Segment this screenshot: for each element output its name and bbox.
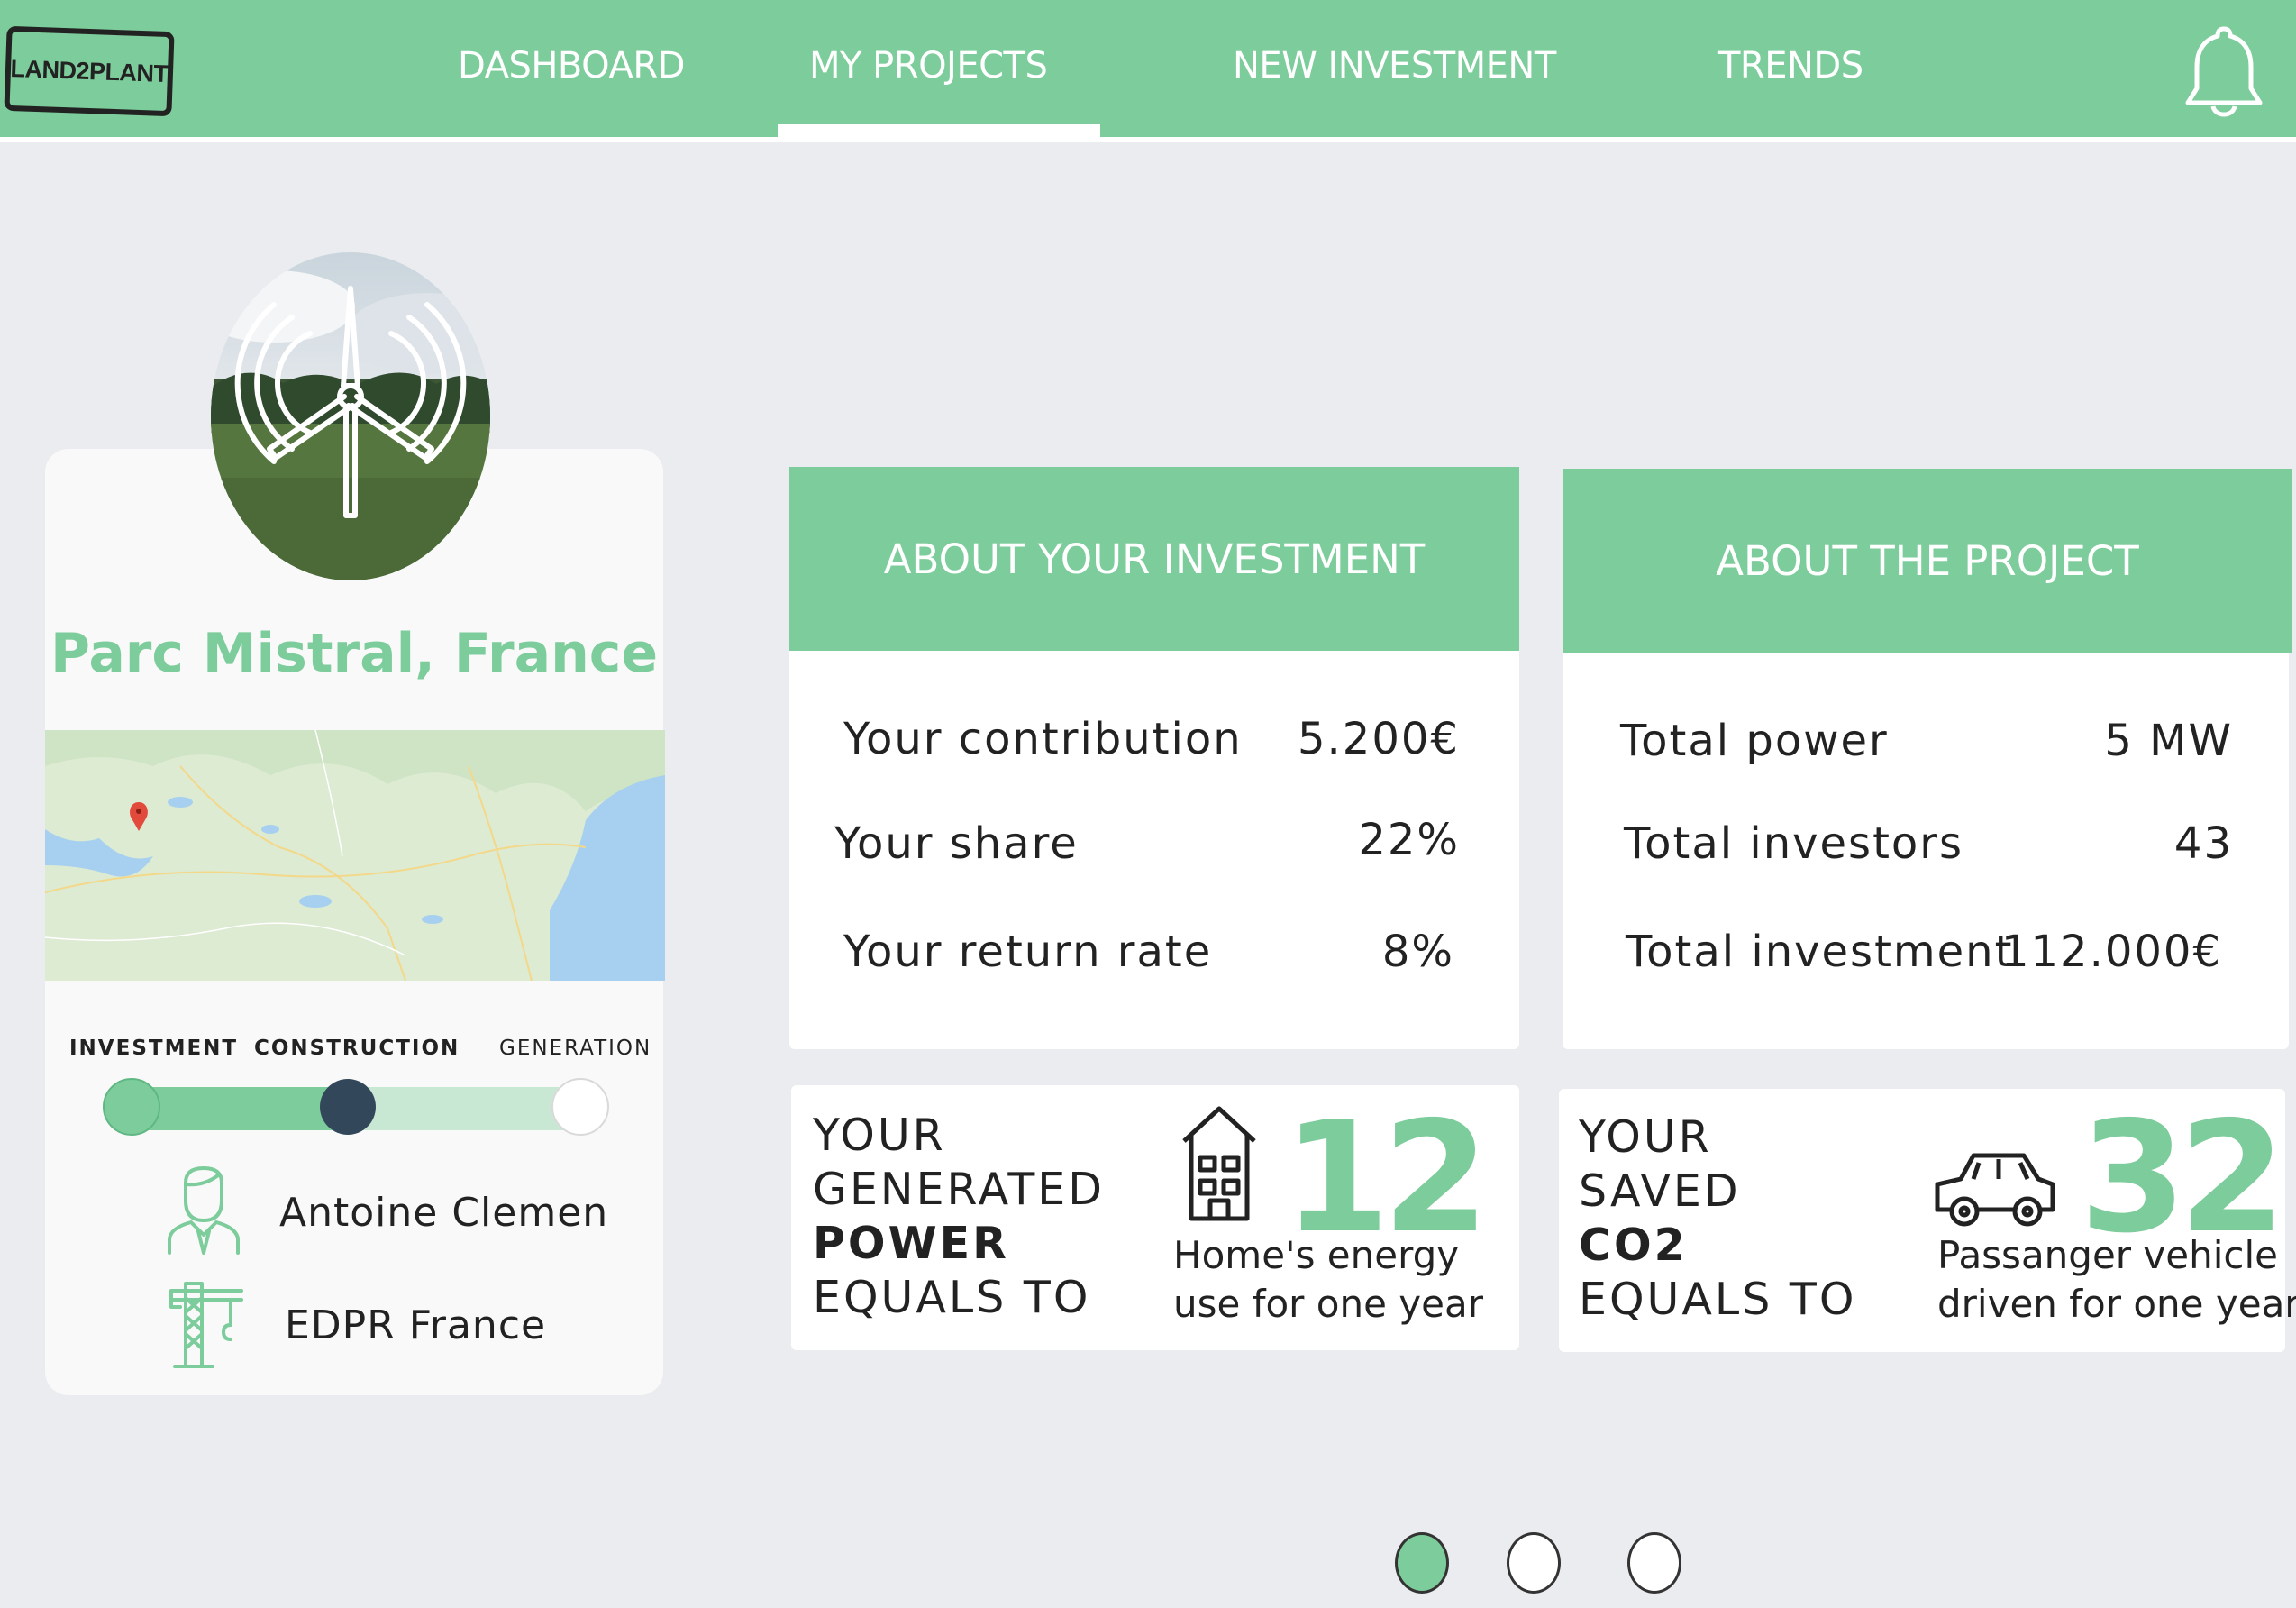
nav-dashboard[interactable]: DASHBOARD xyxy=(458,45,685,87)
power-equivalence-caption: Home's energy use for one year xyxy=(1173,1231,1483,1329)
total-investors-label: Total investors xyxy=(1624,818,1963,869)
power-caption-line-2: use for one year xyxy=(1173,1282,1483,1326)
your-return-rate-value: 8% xyxy=(1381,927,1454,977)
project-info-panel-heading: ABOUT THE PROJECT xyxy=(1563,469,2292,653)
stage-generation-label: GENERATION xyxy=(499,1037,652,1060)
contact-developer-name: Antoine Clemen xyxy=(279,1190,609,1236)
top-navbar: LAND2PLANT DASHBOARD MY PROJECTS NEW INV… xyxy=(0,0,2296,142)
co2-equivalence-caption: Passanger vehicle driven for one year xyxy=(1937,1231,2296,1329)
your-share-value: 22% xyxy=(1358,815,1460,865)
total-investment-label: Total investment xyxy=(1626,927,2014,977)
investment-panel-heading: ABOUT YOUR INVESTMENT xyxy=(789,467,1519,651)
your-share-label: Your share xyxy=(834,818,1079,869)
power-line-4: EQUALS TO xyxy=(813,1272,1091,1323)
project-stage-progress xyxy=(103,1078,609,1136)
wind-turbine-icon xyxy=(211,252,490,580)
your-contribution-value: 5.200€ xyxy=(1298,714,1460,764)
app-logo[interactable]: LAND2PLANT xyxy=(4,25,175,117)
total-power-value: 5 MW xyxy=(2104,716,2233,766)
nav-my-projects[interactable]: MY PROJECTS xyxy=(809,45,1048,87)
power-caption-line-1: Home's energy xyxy=(1173,1233,1460,1277)
crane-icon xyxy=(169,1282,243,1368)
co2-caption-line-2: driven for one year xyxy=(1937,1282,2296,1326)
stage-investment-marker xyxy=(103,1078,160,1136)
nav-new-investment[interactable]: NEW INVESTMENT xyxy=(1233,45,1556,87)
your-return-rate-label: Your return rate xyxy=(843,927,1213,977)
project-title: Parc Mistral, France xyxy=(50,622,659,685)
power-line-2: GENERATED xyxy=(813,1164,1105,1215)
co2-line-3: CO2 xyxy=(1579,1220,1688,1271)
power-equivalence-text: YOUR GENERATED POWER EQUALS TO xyxy=(813,1109,1105,1325)
co2-equivalence-text: YOUR SAVED CO2 EQUALS TO xyxy=(1579,1110,1856,1327)
total-investment-value: 112.000€ xyxy=(2000,927,2222,977)
total-power-label: Total power xyxy=(1620,716,1889,766)
nav-trends[interactable]: TRENDS xyxy=(1718,45,1863,87)
stage-generation-marker xyxy=(551,1078,609,1136)
active-tab-indicator xyxy=(778,124,1100,142)
car-icon xyxy=(1935,1153,2055,1227)
co2-caption-line-1: Passanger vehicle xyxy=(1937,1233,2278,1277)
contact-company-name: EDPR France xyxy=(285,1302,547,1348)
power-line-3: POWER xyxy=(813,1218,1009,1269)
bell-icon[interactable] xyxy=(2181,22,2267,123)
pager-dot-2[interactable] xyxy=(1507,1532,1561,1594)
person-icon xyxy=(168,1166,240,1255)
co2-line-4: EQUALS TO xyxy=(1579,1274,1857,1325)
stage-construction-marker xyxy=(320,1079,376,1135)
location-map[interactable] xyxy=(45,730,665,981)
pager-dot-1[interactable] xyxy=(1395,1532,1449,1594)
house-icon xyxy=(1182,1106,1256,1221)
power-line-1: YOUR xyxy=(813,1110,946,1161)
total-investors-value: 43 xyxy=(2173,818,2233,869)
co2-line-1: YOUR xyxy=(1579,1111,1712,1163)
co2-line-2: SAVED xyxy=(1579,1165,1741,1217)
pager-dot-3[interactable] xyxy=(1627,1532,1681,1594)
stage-investment-label: INVESTMENT xyxy=(69,1037,239,1060)
your-contribution-label: Your contribution xyxy=(843,714,1243,764)
stage-construction-label: CONSTRUCTION xyxy=(254,1037,460,1060)
